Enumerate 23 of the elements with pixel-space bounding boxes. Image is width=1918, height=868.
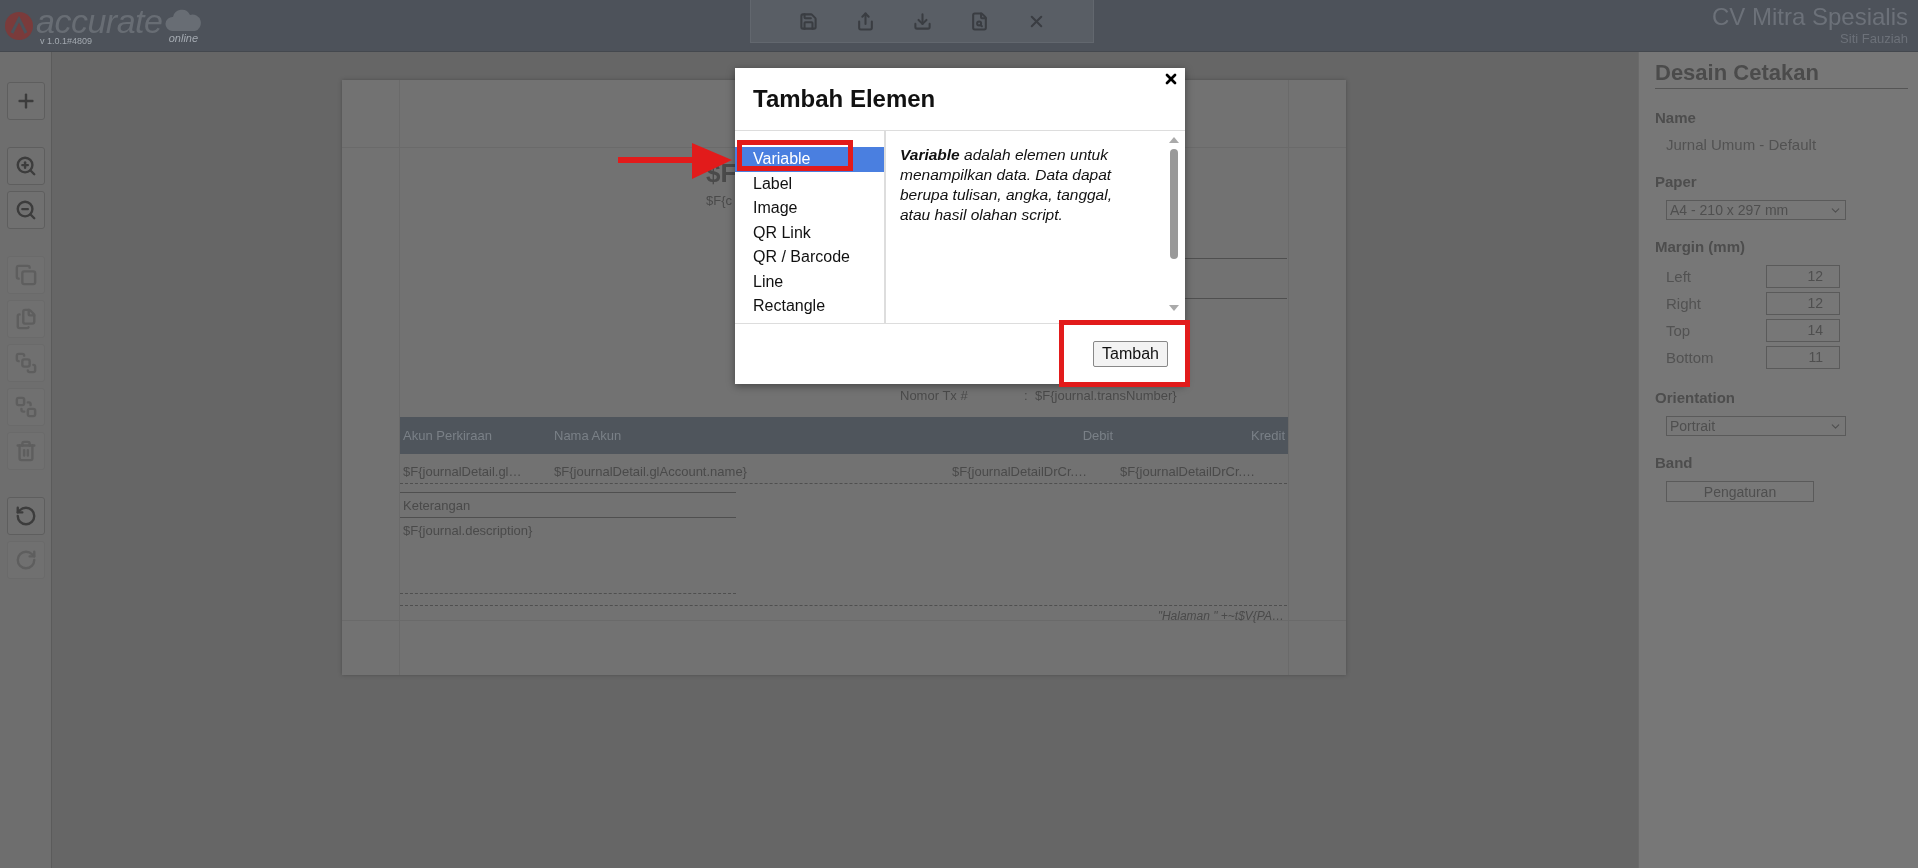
add-button[interactable]: Tambah: [1093, 341, 1168, 367]
zoom-out-icon: [14, 199, 37, 221]
version-text: v 1.0.1#4809: [40, 35, 94, 46]
cloud-icon: [164, 9, 203, 33]
element-type-item[interactable]: Label: [735, 171, 884, 196]
undo-icon: [14, 505, 37, 527]
zoom-in-icon: [14, 155, 37, 177]
logo-icon: [4, 10, 34, 41]
dialog-title: Tambah Elemen: [753, 85, 936, 113]
element-type-item[interactable]: Image: [735, 196, 884, 221]
element-type-item[interactable]: Line: [735, 269, 884, 294]
element-type-item[interactable]: QR / Barcode: [735, 245, 884, 270]
element-type-item[interactable]: QR Link: [735, 220, 884, 245]
logo-tagline: online: [168, 33, 199, 44]
plus-button[interactable]: [6, 82, 45, 120]
scrollbar[interactable]: [1167, 135, 1181, 313]
zoom-out-button[interactable]: [6, 191, 45, 229]
element-description: Variable adalah elemen untuk menampilkan data. Data dapat berupa tulisan, angka, tanggal, atau hasil olahan script.: [900, 145, 1112, 225]
close-icon[interactable]: [1163, 71, 1179, 87]
zoom-in-button[interactable]: [6, 147, 45, 185]
undo-button[interactable]: [6, 497, 45, 535]
field-separator: :: [1024, 388, 1028, 403]
element-type-item[interactable]: Rectangle: [735, 294, 884, 319]
